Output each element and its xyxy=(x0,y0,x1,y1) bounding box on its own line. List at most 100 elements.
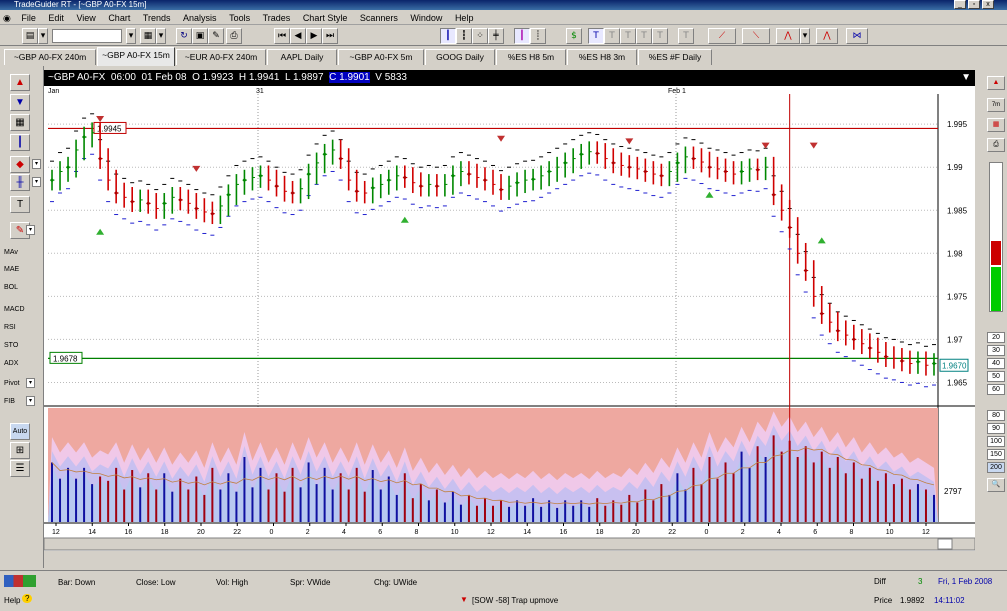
point-figure-icon[interactable]: ⁘ xyxy=(472,28,488,44)
print-icon[interactable]: ⎙ xyxy=(226,28,242,44)
help-label[interactable]: Help xyxy=(4,596,20,605)
text-t3-icon[interactable]: T xyxy=(620,28,636,44)
tab-4[interactable]: AAPL Daily xyxy=(267,49,337,65)
indicator-adx[interactable]: ADX xyxy=(4,360,18,367)
tab-2[interactable]: ~GBP A0-FX 15m xyxy=(97,47,175,66)
scale-icon[interactable]: ▦ xyxy=(10,114,30,131)
header-dropdown-icon[interactable]: ▼ xyxy=(961,70,971,86)
level-90[interactable]: 90 xyxy=(987,423,1005,434)
fib-dropdown-icon[interactable]: ▾ xyxy=(26,396,35,406)
trend-down-icon[interactable]: ⟍ xyxy=(742,28,770,44)
level-60[interactable]: 60 xyxy=(987,384,1005,395)
menu-edit[interactable]: Edit xyxy=(43,11,69,25)
symbol-dropdown-icon[interactable]: ▾ xyxy=(126,28,136,44)
calendar-icon[interactable]: ▦ xyxy=(140,28,156,44)
open-dropdown-icon[interactable]: ▾ xyxy=(38,28,48,44)
prev-bar-icon[interactable]: ◀ xyxy=(290,28,306,44)
draw-dropdown-icon[interactable]: ▾ xyxy=(26,225,35,235)
level-40[interactable]: 40 xyxy=(987,358,1005,369)
symbol-input[interactable] xyxy=(52,29,122,43)
menu-scanners[interactable]: Scanners xyxy=(355,11,403,25)
indicator-mae[interactable]: MAE xyxy=(4,266,19,273)
menu-chart[interactable]: Chart xyxy=(103,11,135,25)
level-20[interactable]: 20 xyxy=(987,332,1005,343)
tab-7[interactable]: %ES H8 5m xyxy=(496,49,566,65)
tab-1[interactable]: ~GBP A0-FX 240m xyxy=(4,49,96,65)
color-dots-icon[interactable]: ◆ xyxy=(10,156,30,173)
tab-6[interactable]: GOOG Daily xyxy=(425,49,495,65)
line-chart-icon[interactable]: ┊ xyxy=(530,28,546,44)
indicator-mav[interactable]: MAv xyxy=(4,249,18,256)
menu-tools[interactable]: Tools xyxy=(224,11,255,25)
menu-view[interactable]: View xyxy=(71,11,100,25)
multi-trend-icon[interactable]: ⋈ xyxy=(846,28,868,44)
vertical-scrollbar[interactable] xyxy=(989,162,1003,312)
tab-9[interactable]: %ES #F Daily xyxy=(638,49,712,65)
volume-icon[interactable]: ▼ xyxy=(10,94,30,111)
chart-type-icon[interactable]: ▲ xyxy=(10,74,30,91)
save-icon[interactable]: ▣ xyxy=(192,28,208,44)
text-t2-icon[interactable]: T xyxy=(604,28,620,44)
first-bar-icon[interactable]: ⏮ xyxy=(274,28,290,44)
pivot-dropdown-icon[interactable]: ▾ xyxy=(26,378,35,388)
chart-layout-icon[interactable] xyxy=(4,575,36,587)
open-folder-icon[interactable]: ▤ xyxy=(22,28,38,44)
text-te-icon[interactable]: T xyxy=(652,28,668,44)
tab-5[interactable]: ~GBP A0-FX 5m xyxy=(338,49,424,65)
menu-window[interactable]: Window xyxy=(405,11,447,25)
menu-analysis[interactable]: Analysis xyxy=(178,11,222,25)
bars-icon[interactable]: ┃ xyxy=(10,134,30,151)
indicator-bol[interactable]: BOL xyxy=(4,284,18,291)
menu-trades[interactable]: Trades xyxy=(258,11,296,25)
price-volume-chart[interactable]: Jan 31 Feb 1 1.995 1.99 1.985 1.98 1.975 1.97 1.9… xyxy=(43,86,976,551)
last-bar-icon[interactable]: ⏭ xyxy=(322,28,338,44)
edit-icon[interactable]: ✎ xyxy=(208,28,224,44)
zoom-period-button[interactable]: 7m xyxy=(987,98,1005,112)
tab-8[interactable]: %ES H8 3m xyxy=(567,49,637,65)
candle-icon[interactable]: ╪ xyxy=(488,28,504,44)
layout-grid-icon[interactable]: ⊞ xyxy=(10,442,30,459)
dollar-icon[interactable]: $ xyxy=(566,28,582,44)
indicator-fib[interactable]: FIB xyxy=(4,398,15,405)
heikin-icon[interactable]: ╫ xyxy=(10,174,30,191)
indicator-sto[interactable]: STO xyxy=(4,342,18,349)
magnify-icon[interactable]: 🔍 xyxy=(987,478,1005,492)
text-t-icon[interactable]: T xyxy=(588,28,604,44)
level-150[interactable]: 150 xyxy=(987,449,1005,460)
level-200[interactable]: 200 xyxy=(987,462,1005,473)
auto-button[interactable]: Auto xyxy=(10,423,30,440)
level-50[interactable]: 50 xyxy=(987,371,1005,382)
indicator-rsi[interactable]: RSI xyxy=(4,324,16,331)
calendar-dropdown-icon[interactable]: ▾ xyxy=(156,28,166,44)
heikin-dropdown-icon[interactable]: ▾ xyxy=(32,177,41,187)
level-80[interactable]: 80 xyxy=(987,410,1005,421)
menu-trends[interactable]: Trends xyxy=(138,11,176,25)
menu-file[interactable]: File xyxy=(16,11,41,25)
menu-chart-style[interactable]: Chart Style xyxy=(298,11,353,25)
refresh-icon[interactable]: ↻ xyxy=(176,28,192,44)
trend-channel-icon[interactable]: ⋀ xyxy=(776,28,800,44)
menu-help[interactable]: Help xyxy=(450,11,479,25)
ohlc-icon[interactable]: ┇ xyxy=(456,28,472,44)
layout-rows-icon[interactable]: ☰ xyxy=(10,460,30,477)
text-th-icon[interactable]: T xyxy=(678,28,694,44)
app-menu-icon[interactable]: ◉ xyxy=(0,11,14,25)
chart-area[interactable]: Jan 31 Feb 1 1.995 1.99 1.985 1.98 1.975 1.97 1.9… xyxy=(43,86,976,551)
close-button[interactable]: x xyxy=(982,0,994,9)
trend-up-icon[interactable]: ⟋ xyxy=(708,28,736,44)
text-tool-icon[interactable]: T xyxy=(10,196,30,213)
level-30[interactable]: 30 xyxy=(987,345,1005,356)
restore-button[interactable]: ▫ xyxy=(968,0,980,9)
indicator-macd[interactable]: MACD xyxy=(4,306,25,313)
tab-3[interactable]: ~EUR A0-FX 240m xyxy=(176,49,266,65)
zigzag-icon[interactable]: ⋀ xyxy=(816,28,838,44)
level-100[interactable]: 100 xyxy=(987,436,1005,447)
bar-chart-icon[interactable]: ┃ xyxy=(440,28,456,44)
zoom-up-icon[interactable]: ▲ xyxy=(987,76,1005,90)
print-chart-icon[interactable]: ⎙ xyxy=(987,138,1005,152)
help-icon[interactable]: ? xyxy=(22,594,33,603)
trend-dropdown-icon[interactable]: ▾ xyxy=(800,28,810,44)
scale-color-icon[interactable]: ▦ xyxy=(987,118,1005,132)
text-tc-icon[interactable]: T xyxy=(636,28,652,44)
indicator-pivot[interactable]: Pivot xyxy=(4,380,20,387)
